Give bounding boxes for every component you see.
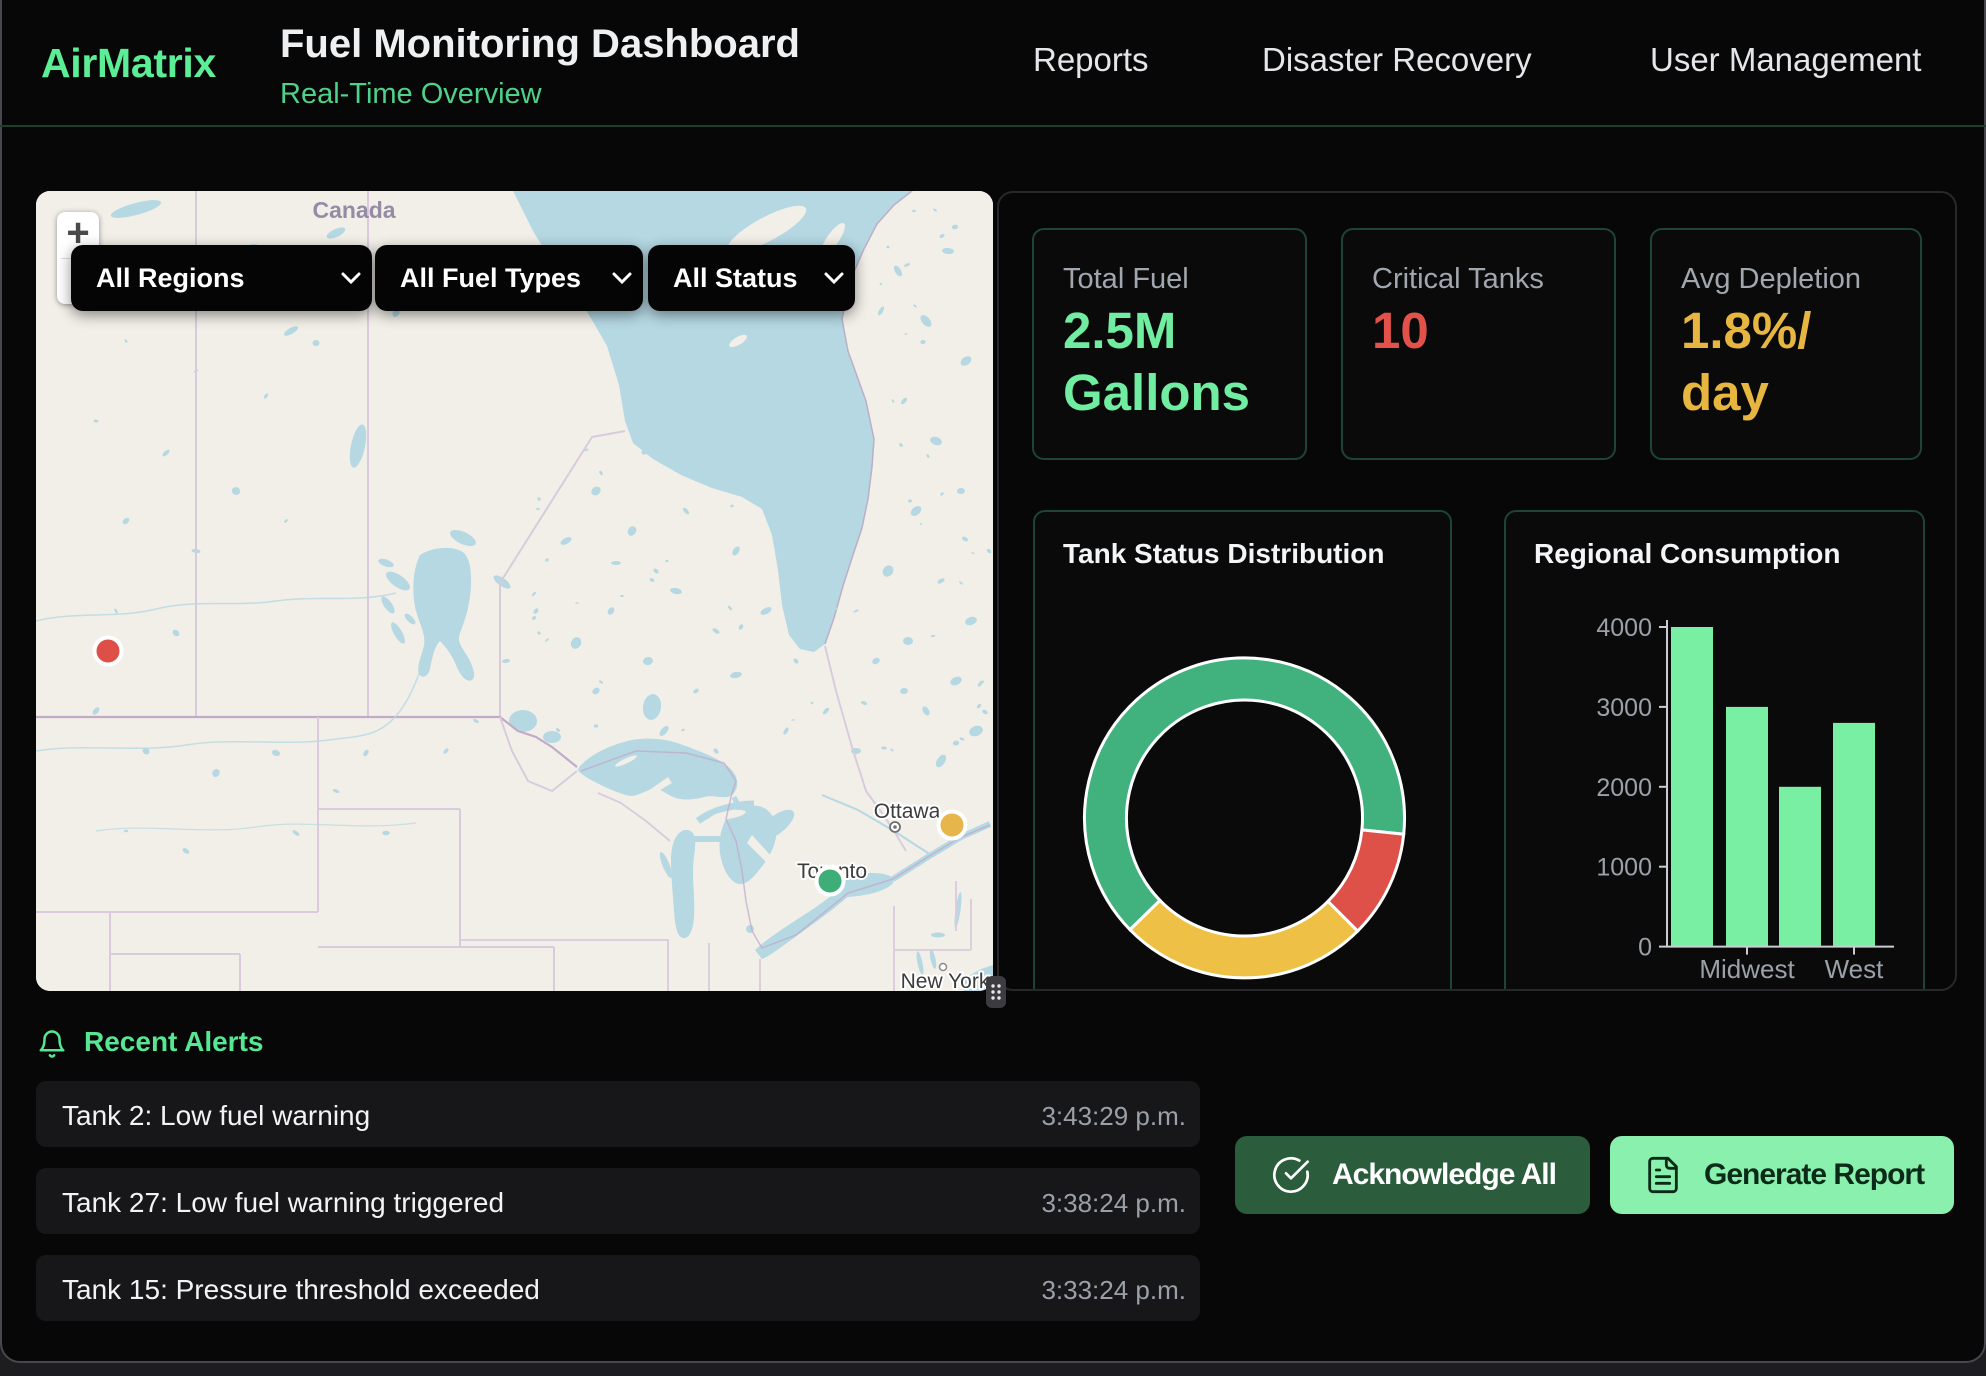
svg-text:0: 0 xyxy=(1638,934,1652,962)
svg-text:West: West xyxy=(1825,954,1885,984)
svg-text:4000: 4000 xyxy=(1596,614,1652,642)
svg-text:1000: 1000 xyxy=(1596,854,1652,882)
svg-text:3000: 3000 xyxy=(1596,694,1652,722)
svg-text:2000: 2000 xyxy=(1596,774,1652,802)
svg-text:Canada: Canada xyxy=(312,197,395,223)
svg-text:Ottawa: Ottawa xyxy=(874,800,941,823)
svg-text:New York: New York xyxy=(901,970,990,991)
svg-text:Midwest: Midwest xyxy=(1699,954,1795,984)
